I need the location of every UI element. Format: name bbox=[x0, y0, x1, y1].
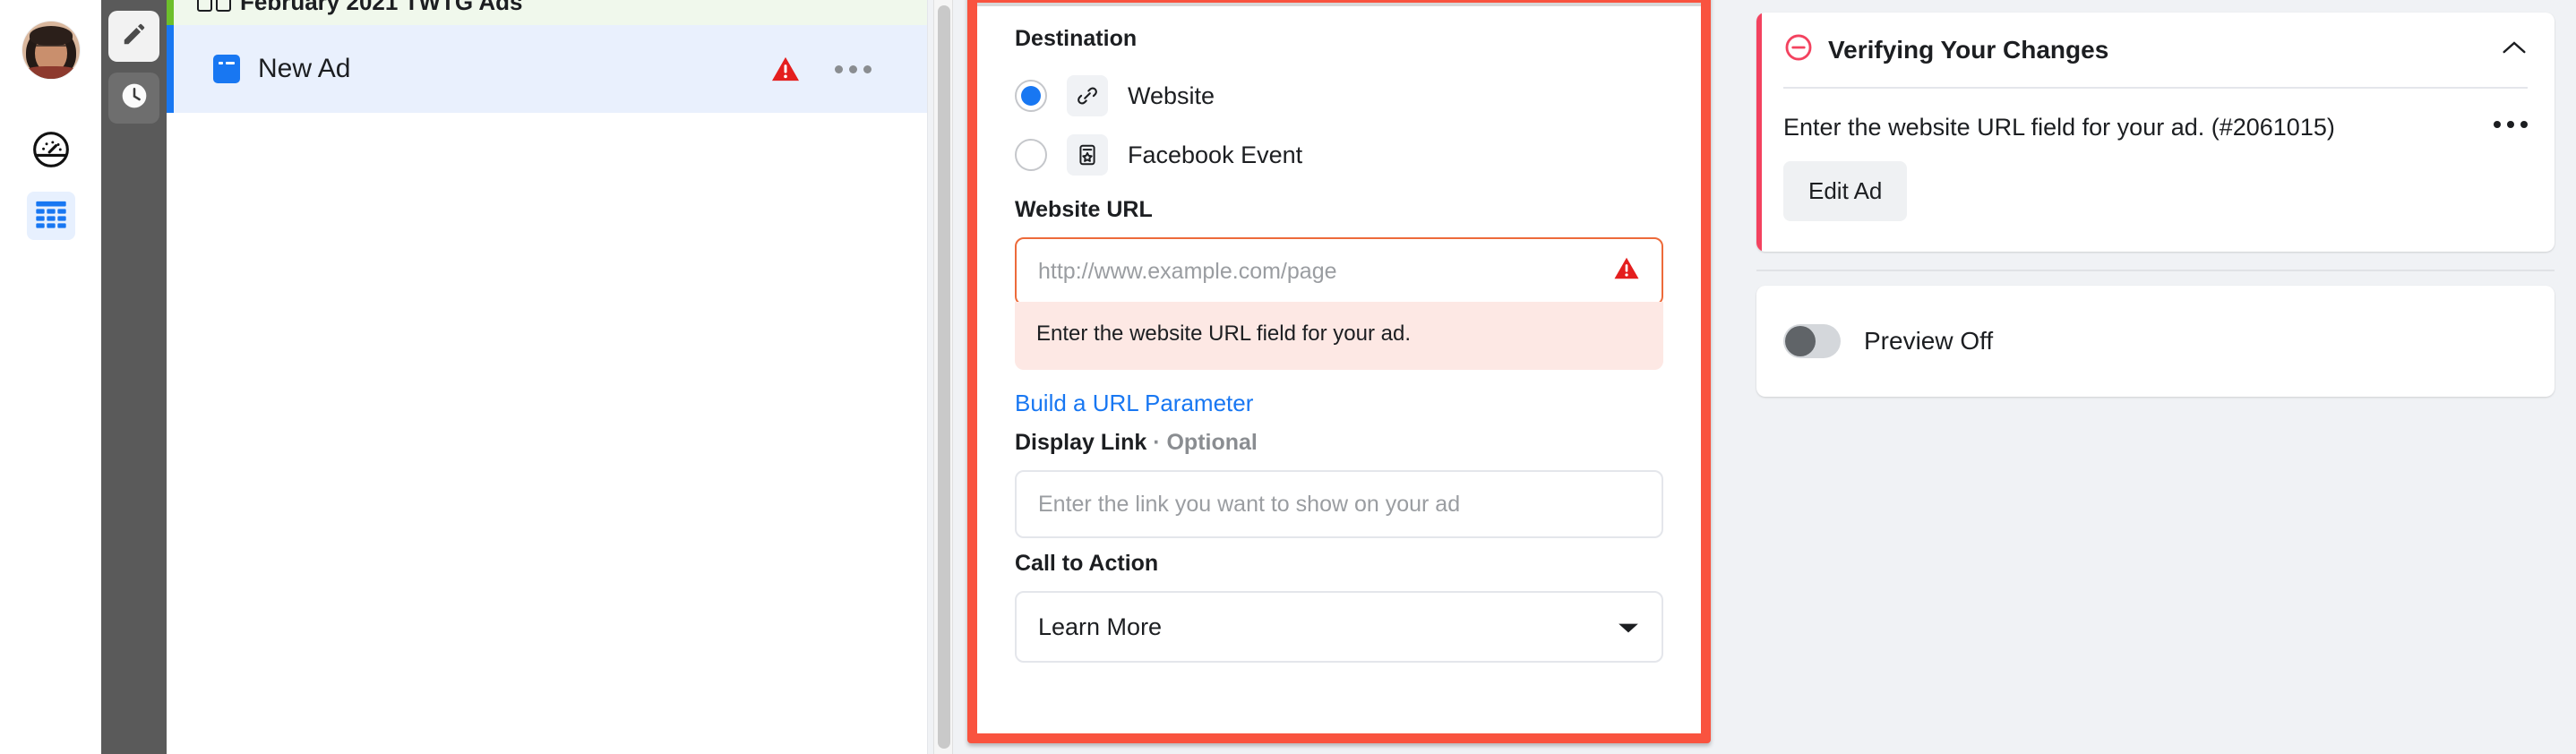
form-content: Destination Website bbox=[977, 3, 1701, 733]
ad-form-column: Destination Website bbox=[928, 0, 1739, 754]
website-url-section: Website URL http://www.example.com/page … bbox=[1015, 197, 1663, 417]
destination-label: Destination bbox=[1015, 26, 1663, 52]
call-to-action-value: Learn More bbox=[1038, 613, 1162, 641]
build-url-parameter-link[interactable]: Build a URL Parameter bbox=[1015, 390, 1253, 417]
error-minus-circle-icon bbox=[1783, 32, 1814, 67]
display-link-placeholder: Enter the link you want to show on your … bbox=[1038, 492, 1640, 518]
avatar[interactable] bbox=[22, 21, 80, 79]
website-url-input[interactable]: http://www.example.com/page bbox=[1015, 237, 1663, 305]
preview-toggle[interactable] bbox=[1783, 324, 1841, 358]
tool-strip bbox=[101, 0, 167, 754]
call-to-action-label: Call to Action bbox=[1015, 551, 1663, 577]
verifying-card-title: Verifying Your Changes bbox=[1828, 36, 2108, 64]
nav-item-table[interactable] bbox=[27, 192, 75, 240]
preview-toggle-knob bbox=[1785, 326, 1816, 356]
link-chain-icon bbox=[1067, 75, 1108, 116]
ad-row-new-ad[interactable]: New Ad bbox=[167, 25, 927, 113]
more-options-icon[interactable] bbox=[835, 65, 872, 73]
warning-triangle-icon[interactable] bbox=[770, 56, 801, 82]
website-url-warning-triangle-icon bbox=[1613, 256, 1640, 287]
preview-card: Preview Off bbox=[1756, 286, 2555, 397]
call-to-action-section: Call to Action Learn More bbox=[1015, 551, 1663, 663]
website-url-label: Website URL bbox=[1015, 197, 1663, 223]
destination-website-label: Website bbox=[1128, 82, 1215, 110]
campaign-title-wrap: February 2021 TWTG Ads bbox=[197, 0, 522, 16]
campaign-row[interactable]: February 2021 TWTG Ads bbox=[167, 0, 927, 25]
display-link-input[interactable]: Enter the link you want to show on your … bbox=[1015, 470, 1663, 538]
app-root: February 2021 TWTG Ads New Ad bbox=[0, 0, 2576, 754]
website-url-placeholder: http://www.example.com/page bbox=[1038, 259, 1613, 285]
far-left-nav bbox=[0, 0, 101, 754]
verifying-issue-row: Enter the website URL field for your ad.… bbox=[1783, 114, 2528, 141]
campaign-accent-bar bbox=[167, 0, 174, 25]
ad-creative-icon bbox=[213, 55, 240, 83]
chevron-down-icon bbox=[1617, 613, 1640, 641]
preview-toggle-label: Preview Off bbox=[1864, 327, 1993, 356]
ad-list: February 2021 TWTG Ads New Ad bbox=[167, 0, 928, 754]
form-scrollbar-thumb[interactable] bbox=[938, 5, 950, 749]
radio-facebook-event[interactable] bbox=[1015, 139, 1047, 171]
more-options-icon[interactable] bbox=[2494, 121, 2528, 128]
ad-accent-bar bbox=[167, 25, 174, 113]
tool-history-button[interactable] bbox=[108, 73, 159, 124]
display-link-label-text: Display Link bbox=[1015, 430, 1146, 455]
radio-website[interactable] bbox=[1015, 80, 1047, 112]
website-url-error-message: Enter the website URL field for your ad. bbox=[1015, 302, 1663, 370]
call-to-action-select[interactable]: Learn More bbox=[1015, 591, 1663, 663]
clock-history-icon bbox=[120, 81, 149, 115]
panel-separator bbox=[1756, 270, 2555, 271]
campaign-title: February 2021 TWTG Ads bbox=[240, 0, 522, 16]
dashboard-speedometer-icon bbox=[31, 130, 71, 174]
ad-row-label: New Ad bbox=[258, 54, 350, 84]
form-highlight-box: Destination Website bbox=[967, 0, 1711, 743]
event-ticket-icon bbox=[1067, 134, 1108, 176]
verifying-card-divider bbox=[1783, 87, 2528, 89]
form-scrollbar[interactable] bbox=[933, 0, 953, 754]
verifying-issue-message: Enter the website URL field for your ad.… bbox=[1783, 114, 2335, 141]
nav-item-dashboard[interactable] bbox=[27, 127, 75, 176]
tool-edit-button[interactable] bbox=[108, 11, 159, 62]
campaign-pages-icon bbox=[197, 0, 231, 12]
destination-facebook-event-label: Facebook Event bbox=[1128, 141, 1302, 169]
chevron-up-icon[interactable] bbox=[2501, 39, 2528, 60]
display-link-section: Display Link · Optional Enter the link y… bbox=[1015, 430, 1663, 538]
verifying-changes-card: Verifying Your Changes Enter the website… bbox=[1756, 13, 2555, 252]
table-grid-icon bbox=[33, 196, 69, 236]
ad-row-tools bbox=[770, 56, 927, 82]
display-link-label: Display Link · Optional bbox=[1015, 430, 1663, 456]
right-panel: Verifying Your Changes Enter the website… bbox=[1739, 0, 2576, 754]
display-link-optional-suffix: · Optional bbox=[1153, 430, 1258, 455]
pencil-edit-icon bbox=[121, 21, 148, 52]
destination-option-facebook-event[interactable]: Facebook Event bbox=[1015, 125, 1663, 184]
destination-option-website[interactable]: Website bbox=[1015, 66, 1663, 125]
edit-ad-button[interactable]: Edit Ad bbox=[1783, 161, 1907, 221]
verifying-card-header[interactable]: Verifying Your Changes bbox=[1783, 32, 2528, 67]
